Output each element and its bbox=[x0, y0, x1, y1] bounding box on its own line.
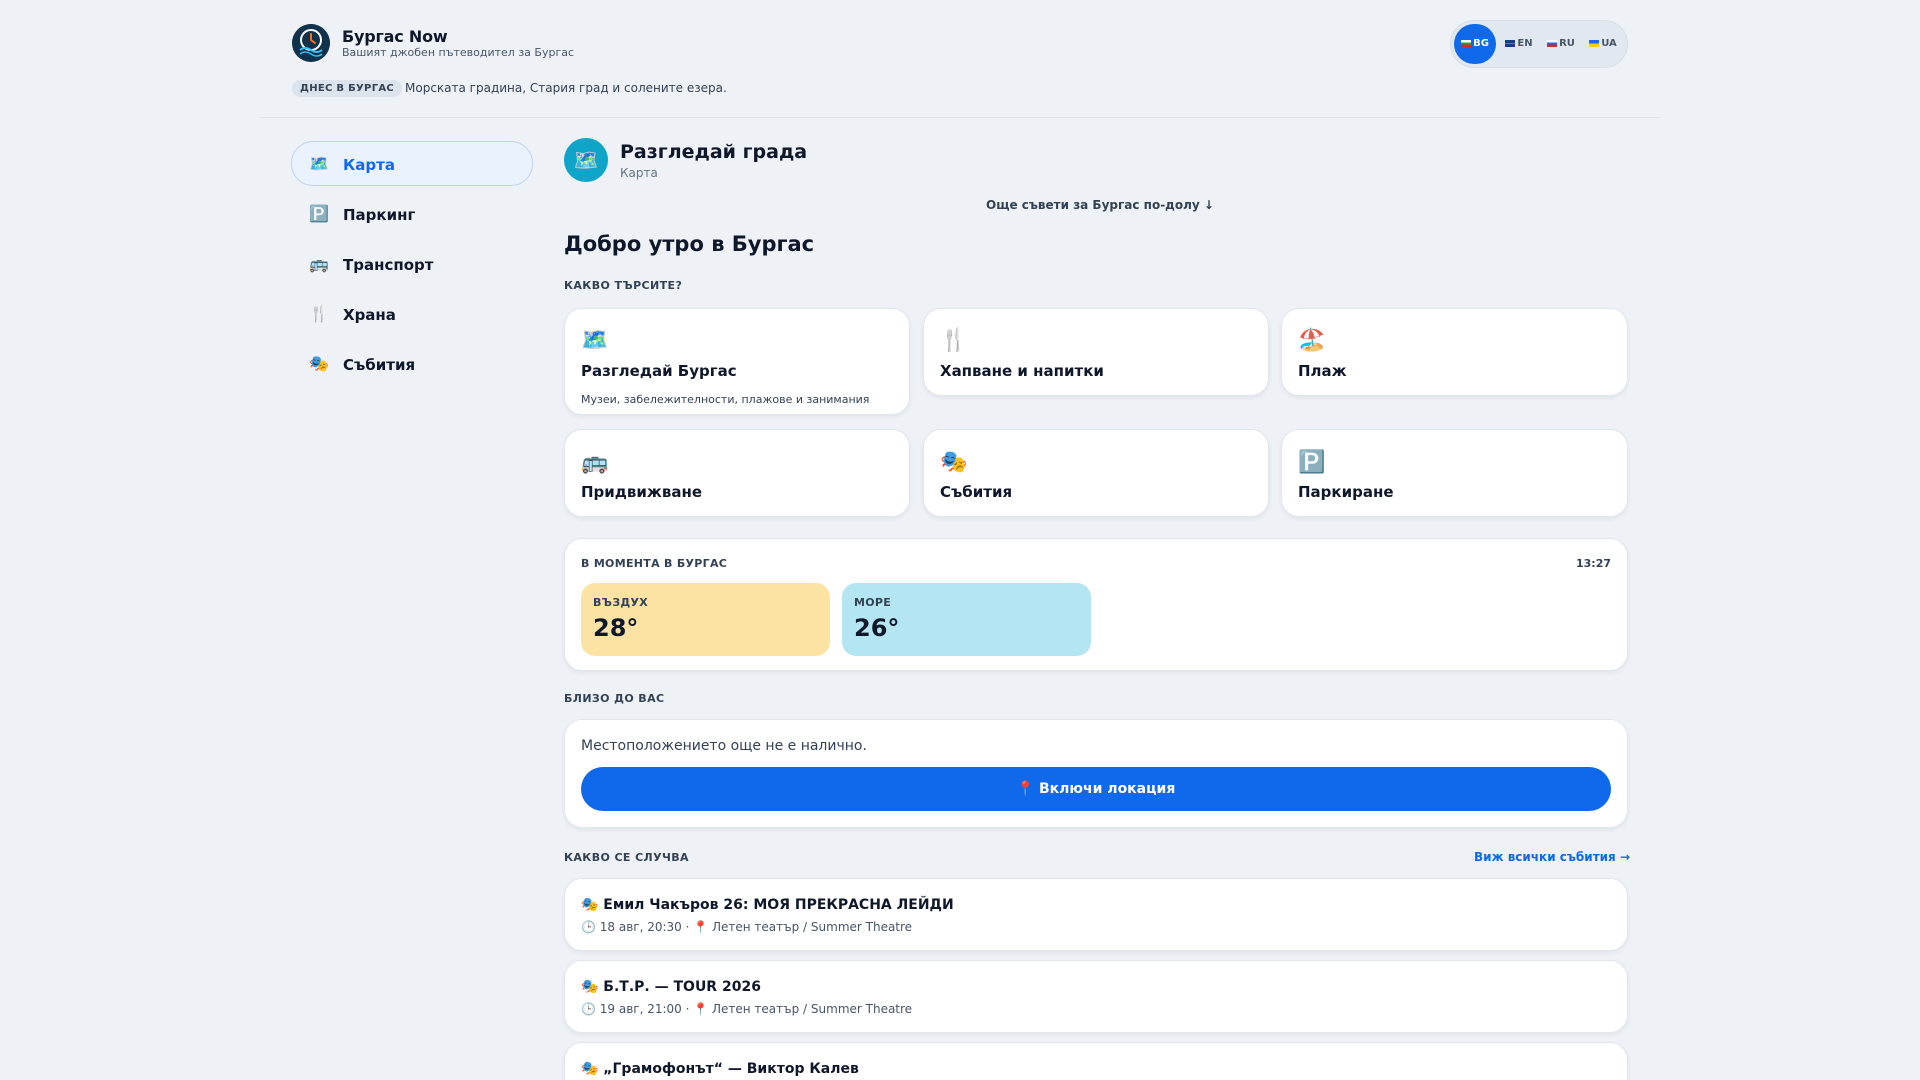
sidebar-item-parking[interactable]: 🅿️ Паркинг bbox=[291, 191, 533, 236]
app-root: Бургас Now Вашият джобен пътеводител за … bbox=[0, 0, 1920, 1080]
sidebar-item-label: Храна bbox=[343, 306, 396, 324]
category-card-events[interactable]: 🎭 Събития bbox=[923, 429, 1269, 517]
map-icon: 🗺️ bbox=[564, 138, 608, 182]
nearby-section-label: БЛИЗО ДО ВАС bbox=[564, 692, 665, 705]
card-description: Музеи, забележителности, плажове и заним… bbox=[581, 393, 870, 406]
map-icon: 🗺️ bbox=[581, 328, 609, 353]
sidebar-item-map[interactable]: 🗺️ Карта bbox=[291, 141, 533, 186]
brand-logo-icon[interactable] bbox=[292, 24, 330, 62]
event-meta: 🕒 19 авг, 21:00 · 📍 Летен театър / Summe… bbox=[581, 1002, 913, 1016]
nearby-card: Местоположението още не е налично. 📍 Вкл… bbox=[564, 719, 1628, 828]
card-title: Паркиране bbox=[1298, 483, 1394, 501]
category-card-food[interactable]: 🍴 Хапване и напитки bbox=[923, 308, 1269, 396]
event-title: 🎭 Емил Чакъров 26: МОЯ ПРЕКРАСНА ЛЕЙДИ bbox=[581, 897, 954, 913]
weather-time: 13:27 bbox=[1575, 557, 1611, 570]
card-title: Разгледай Бургас bbox=[581, 362, 737, 380]
parking-icon: 🅿️ bbox=[309, 204, 329, 223]
parking-icon: 🅿️ bbox=[1298, 450, 1326, 475]
category-card-parking[interactable]: 🅿️ Паркиране bbox=[1281, 429, 1628, 517]
sidebar-item-food[interactable]: 🍴 Храна bbox=[291, 291, 533, 336]
brand-title: Бургас Now bbox=[342, 27, 448, 46]
gb-flag-icon bbox=[1505, 40, 1516, 47]
air-label: ВЪЗДУХ bbox=[593, 596, 649, 609]
air-temperature-box: ВЪЗДУХ 28° bbox=[581, 583, 830, 656]
category-card-explore[interactable]: 🗺️ Разгледай Бургас Музеи, забележително… bbox=[564, 308, 910, 415]
beach-umbrella-icon: 🏖️ bbox=[1298, 328, 1326, 353]
weather-label: В МОМЕНТА В БУРГАС bbox=[581, 557, 728, 570]
theater-masks-icon: 🎭 bbox=[309, 354, 329, 373]
event-title: 🎭 „Грамофонът“ — Виктор Калев bbox=[581, 1061, 859, 1077]
fork-knife-icon: 🍴 bbox=[309, 304, 329, 323]
enable-location-button[interactable]: 📍 Включи локация bbox=[581, 767, 1611, 811]
today-badge: ДНЕС В БУРГАС bbox=[292, 80, 403, 97]
air-value: 28° bbox=[593, 614, 639, 642]
brand-subtitle: Вашият джобен пътеводител за Бургас bbox=[342, 46, 575, 59]
event-card[interactable]: 🎭 „Грамофонът“ — Виктор Калев bbox=[564, 1042, 1628, 1080]
ua-flag-icon bbox=[1589, 40, 1600, 47]
map-icon: 🗺️ bbox=[309, 154, 329, 173]
event-card[interactable]: 🎭 Емил Чакъров 26: МОЯ ПРЕКРАСНА ЛЕЙДИ 🕒… bbox=[564, 878, 1628, 951]
card-title: Събития bbox=[940, 483, 1013, 501]
sidebar-item-label: Събития bbox=[343, 356, 416, 374]
sea-label: МОРЕ bbox=[854, 596, 892, 609]
sidebar-item-label: Транспорт bbox=[343, 256, 434, 274]
event-meta: 🕒 18 авг, 20:30 · 📍 Летен театър / Summe… bbox=[581, 920, 913, 934]
bus-icon: 🚌 bbox=[309, 254, 329, 273]
events-section-label: КАКВО СЕ СЛУЧВА bbox=[564, 851, 689, 864]
location-status-text: Местоположението още не е налично. bbox=[581, 738, 867, 754]
lang-button-bg[interactable]: BG bbox=[1454, 24, 1496, 64]
lang-button-en[interactable]: EN bbox=[1499, 24, 1539, 64]
language-switcher: BG EN RU UA bbox=[1450, 20, 1628, 68]
category-card-transport[interactable]: 🚌 Придвижване bbox=[564, 429, 910, 517]
top-header: Бургас Now Вашият джобен пътеводител за … bbox=[260, 0, 1660, 118]
sidebar-item-label: Паркинг bbox=[343, 206, 416, 224]
see-all-events-link[interactable]: Виж всички събития → bbox=[1474, 850, 1630, 864]
greeting-heading: Добро утро в Бургас bbox=[564, 232, 815, 256]
category-card-beach[interactable]: 🏖️ Плаж bbox=[1281, 308, 1628, 396]
lang-button-ru[interactable]: RU bbox=[1541, 24, 1581, 64]
page-subtitle: Карта bbox=[620, 166, 658, 180]
page-title: Разгледай града bbox=[620, 141, 808, 163]
event-title: 🎭 Б.Т.Р. — TOUR 2026 bbox=[581, 979, 761, 995]
sea-value: 26° bbox=[854, 614, 900, 642]
bg-flag-icon bbox=[1461, 40, 1472, 47]
search-section-label: КАКВО ТЪРСИТЕ? bbox=[564, 279, 683, 292]
card-title: Плаж bbox=[1298, 362, 1347, 380]
fork-knife-icon: 🍴 bbox=[940, 328, 968, 353]
sea-temperature-box: МОРЕ 26° bbox=[842, 583, 1091, 656]
theater-masks-icon: 🎭 bbox=[940, 450, 968, 475]
more-tips-link[interactable]: Още съвети за Бургас по-долу ↓ bbox=[986, 198, 1214, 212]
weather-card: В МОМЕНТА В БУРГАС 13:27 ВЪЗДУХ 28° МОРЕ… bbox=[564, 538, 1628, 671]
bus-icon: 🚌 bbox=[581, 450, 609, 475]
today-text: Морската градина, Стария град и солените… bbox=[405, 81, 727, 95]
event-card[interactable]: 🎭 Б.Т.Р. — TOUR 2026 🕒 19 авг, 21:00 · 📍… bbox=[564, 960, 1628, 1033]
card-title: Хапване и напитки bbox=[940, 362, 1104, 380]
sidebar-item-label: Карта bbox=[343, 156, 395, 174]
ru-flag-icon bbox=[1547, 40, 1558, 47]
card-title: Придвижване bbox=[581, 483, 702, 501]
sidebar-item-transport[interactable]: 🚌 Транспорт bbox=[291, 241, 533, 286]
lang-button-ua[interactable]: UA bbox=[1583, 24, 1623, 64]
sidebar-item-events[interactable]: 🎭 Събития bbox=[291, 341, 533, 386]
